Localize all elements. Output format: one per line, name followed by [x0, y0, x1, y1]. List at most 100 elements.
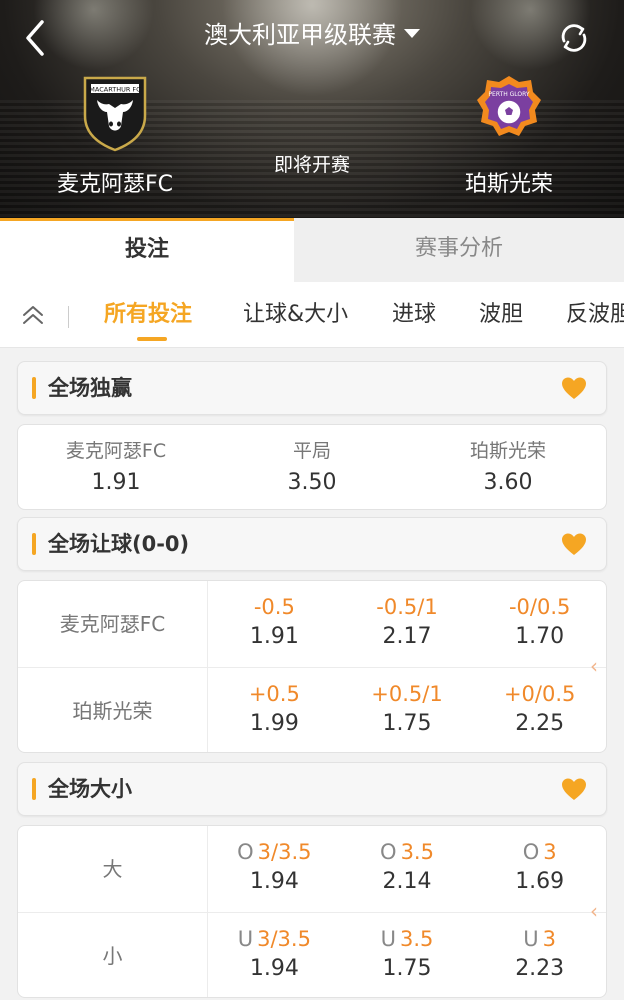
handicap-line: +0.5 — [248, 682, 300, 706]
double-chevron-up-icon — [23, 306, 43, 324]
odds-value: 2.17 — [382, 624, 432, 649]
odds-option[interactable]: O 3.5 2.14 — [341, 826, 474, 912]
over-row: 大 O 3/3.5 1.94 O 3.5 2.14 O3 1.69 — [18, 826, 606, 912]
row-label: 大 — [18, 826, 208, 912]
heart-icon[interactable] — [560, 531, 588, 557]
collapse-button[interactable] — [20, 302, 46, 328]
filter-tab-handicap-ou[interactable]: 让球&大小 — [243, 300, 348, 330]
away-team[interactable]: PERTH GLORY 珀斯光荣 — [409, 74, 609, 200]
section-title: 全场独赢 — [48, 376, 132, 400]
option-label: 珀斯光荣 — [469, 440, 546, 462]
tab-betting[interactable]: 投注 — [0, 218, 294, 282]
ou-prefix: O — [237, 840, 254, 864]
tab-match-analysis[interactable]: 赛事分析 — [294, 218, 624, 282]
section-title: 全场让球(0-0) — [48, 532, 190, 556]
odds-value: 1.75 — [382, 711, 432, 736]
odds-option[interactable]: U3 2.23 — [473, 913, 606, 997]
odds-option[interactable]: -0.5 1.91 — [208, 581, 341, 667]
full-time-result-card: 麦克阿瑟FC 1.91 平局 3.50 珀斯光荣 3.60 — [17, 424, 607, 510]
section-header-handicap[interactable]: 全场让球(0-0) — [17, 517, 607, 571]
odds-value: 1.94 — [249, 956, 299, 981]
odds-value: 1.99 — [249, 711, 299, 736]
odds-value: 2.14 — [382, 869, 432, 894]
filter-divider — [68, 306, 69, 328]
odds-option[interactable]: +0.5/1 1.75 — [341, 668, 474, 752]
heart-icon[interactable] — [560, 776, 588, 802]
odds-value: 3.50 — [287, 470, 337, 495]
section-header-full-time-result[interactable]: 全场独赢 — [17, 361, 607, 415]
league-title: 澳大利亚甲级联赛 — [204, 21, 396, 49]
ou-prefix: U — [237, 927, 254, 951]
total-line: 3/3.5 — [257, 840, 312, 864]
active-filter-indicator — [137, 337, 167, 341]
odds-value: 1.94 — [249, 869, 299, 894]
bet-filter-bar: 所有投注 让球&大小 进球 波胆 反波胆 — [0, 282, 624, 348]
odds-option[interactable]: +0.5 1.99 — [208, 668, 341, 752]
chevron-left-icon[interactable]: ‹ — [590, 656, 604, 676]
row-label: 珀斯光荣 — [18, 668, 208, 752]
section-accent-bar — [32, 533, 36, 555]
option-label: 平局 — [292, 440, 331, 462]
total-line: 3.5 — [400, 840, 434, 864]
handicap-line: +0/0.5 — [503, 682, 576, 706]
away-logo-text: PERTH GLORY — [488, 91, 530, 98]
odds-value: 1.70 — [515, 624, 565, 649]
filter-tab-all-bets[interactable]: 所有投注 — [104, 300, 192, 330]
odds-value: 3.60 — [483, 470, 533, 495]
ou-prefix: O — [380, 840, 397, 864]
odds-value: 1.75 — [382, 956, 432, 981]
away-team-logo: PERTH GLORY — [473, 74, 545, 152]
under-row: 小 U 3/3.5 1.94 U 3.5 1.75 U3 2.23 — [18, 912, 606, 997]
section-title: 全场大小 — [48, 777, 132, 801]
filter-tab-reverse-correct-score[interactable]: 反波胆 — [566, 300, 624, 330]
handicap-row-away: 珀斯光荣 +0.5 1.99 +0.5/1 1.75 +0/0.5 2.25 — [18, 667, 606, 752]
odds-option[interactable]: +0/0.5 2.25 — [473, 668, 606, 752]
odds-option[interactable]: U 3/3.5 1.94 — [208, 913, 341, 997]
odds-option[interactable]: O 3/3.5 1.94 — [208, 826, 341, 912]
odds-value: 2.23 — [515, 956, 565, 981]
league-selector[interactable]: 澳大利亚甲级联赛 — [0, 18, 624, 52]
home-logo-text: MACARTHUR FC — [89, 86, 141, 94]
odds-option[interactable]: U 3.5 1.75 — [341, 913, 474, 997]
filter-tab-correct-score[interactable]: 波胆 — [479, 300, 523, 330]
row-label: 小 — [18, 913, 208, 997]
section-header-over-under[interactable]: 全场大小 — [17, 762, 607, 816]
odds-value: 1.91 — [91, 470, 141, 495]
option-label: 麦克阿瑟FC — [65, 440, 167, 462]
home-team-logo: MACARTHUR FC — [79, 74, 151, 152]
handicap-line: -0.5/1 — [376, 595, 438, 619]
chevron-left-icon[interactable]: ‹ — [590, 901, 604, 921]
total-line: 3 — [543, 840, 557, 864]
row-label: 麦克阿瑟FC — [18, 581, 208, 667]
section-accent-bar — [32, 377, 36, 399]
odds-option-draw[interactable]: 平局 3.50 — [214, 425, 410, 509]
odds-option-away-win[interactable]: 珀斯光荣 3.60 — [410, 425, 606, 509]
handicap-line: -0.5 — [253, 595, 295, 619]
home-team[interactable]: MACARTHUR FC 麦克阿瑟FC — [15, 74, 215, 200]
main-tabs: 投注 赛事分析 — [0, 218, 624, 282]
ou-prefix: O — [522, 840, 540, 864]
odds-option[interactable]: -0/0.5 1.70 — [473, 581, 606, 667]
over-under-card: 大 O 3/3.5 1.94 O 3.5 2.14 O3 1.69 小 U 3/3.5… — [17, 825, 607, 998]
odds-option[interactable]: -0.5/1 2.17 — [341, 581, 474, 667]
odds-option-home-win[interactable]: 麦克阿瑟FC 1.91 — [18, 425, 214, 509]
ou-prefix: U — [380, 927, 396, 951]
total-line: 3/3.5 — [257, 927, 311, 951]
refresh-button[interactable] — [556, 20, 592, 56]
odds-value: 2.25 — [515, 711, 565, 736]
ou-prefix: U — [523, 927, 539, 951]
match-header: 澳大利亚甲级联赛 MACARTHUR FC 麦克阿瑟FC 即将开赛 PERTH … — [0, 0, 624, 218]
handicap-row-home: 麦克阿瑟FC -0.5 1.91 -0.5/1 2.17 -0/0.5 1.70 — [18, 581, 606, 667]
odds-option[interactable]: O3 1.69 — [473, 826, 606, 912]
odds-value: 1.69 — [515, 869, 565, 894]
total-line: 3 — [542, 927, 557, 951]
handicap-line: -0/0.5 — [508, 595, 571, 619]
caret-down-icon — [404, 28, 420, 38]
handicap-line: +0.5/1 — [371, 682, 443, 706]
heart-icon[interactable] — [560, 375, 588, 401]
section-accent-bar — [32, 778, 36, 800]
filter-tab-goals[interactable]: 进球 — [392, 300, 436, 330]
total-line: 3.5 — [399, 927, 434, 951]
refresh-icon — [561, 24, 587, 52]
odds-value: 1.91 — [249, 624, 299, 649]
